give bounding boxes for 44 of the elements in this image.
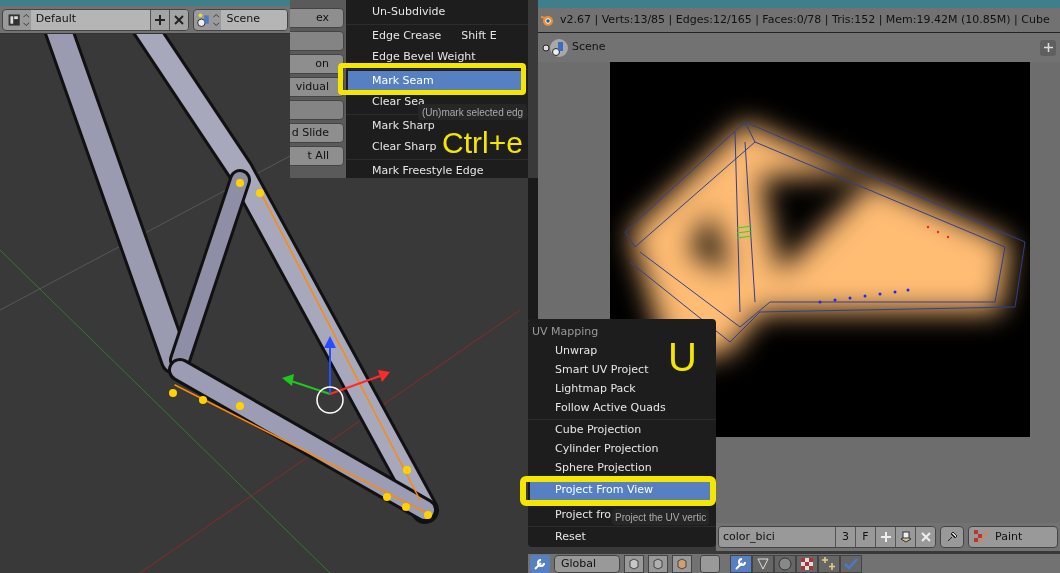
- menu-item[interactable]: Cube Projection: [555, 421, 642, 440]
- tool-button[interactable]: ex: [290, 8, 344, 28]
- orientation-dropdown[interactable]: Global: [554, 554, 620, 573]
- cube-icon[interactable]: [648, 554, 668, 573]
- menu-item[interactable]: Sphere Projection: [555, 459, 652, 478]
- brush-icon: [973, 529, 989, 545]
- scene-statistics: v2.67 | Verts:13/85 | Edges:12/165 | Faces:0/78 | Tris:152 | Mem:19.42M (10.85M) | Cube: [560, 11, 1050, 28]
- tool-button[interactable]: [290, 100, 344, 120]
- shortcut-annotation: U: [668, 337, 697, 377]
- menu-item[interactable]: Lightmap Pack: [555, 380, 636, 399]
- menu-item[interactable]: Clear Sharp: [372, 137, 437, 158]
- cube-icon[interactable]: [672, 554, 692, 573]
- menu-item[interactable]: Unwrap: [555, 342, 598, 361]
- wrench-icon[interactable]: [730, 554, 752, 573]
- menu-title: UV Mapping: [531, 324, 599, 341]
- scene-label[interactable]: Scene: [572, 39, 1036, 56]
- menu-item[interactable]: Follow Active Quads: [555, 399, 666, 418]
- menu-item[interactable]: Edge Bevel Weight: [372, 47, 476, 68]
- cube-icon[interactable]: [624, 554, 644, 573]
- tool-button[interactable]: vidual: [290, 77, 344, 97]
- menu-item[interactable]: Reset: [555, 528, 586, 547]
- wrench-icon[interactable]: [530, 554, 550, 573]
- add-icon[interactable]: [1040, 39, 1056, 56]
- menu-item[interactable]: Cylinder Projection: [555, 440, 659, 459]
- mode-dropdown[interactable]: Paint: [968, 526, 1058, 548]
- menu-item[interactable]: Edge Crease Shift E: [372, 26, 497, 47]
- menu-item[interactable]: Un-Subdivide: [372, 2, 446, 23]
- shortcut-annotation: Ctrl+e: [442, 128, 523, 158]
- tool-button[interactable]: d Slide: [290, 123, 344, 143]
- menu-item[interactable]: Project fro: [555, 506, 611, 525]
- tool-button[interactable]: [290, 31, 344, 51]
- blender-logo-icon: [540, 13, 554, 27]
- checker-texture-icon[interactable]: [796, 554, 818, 573]
- hover-tooltip: Project the UV vertic: [612, 509, 710, 525]
- tool-button[interactable]: t All: [290, 146, 344, 166]
- vertex-icon[interactable]: [752, 554, 774, 573]
- pin-icon[interactable]: [940, 526, 964, 548]
- scene-icon: [542, 36, 568, 59]
- hover-tooltip: (Un)mark selected edg: [418, 104, 528, 120]
- sparkles-icon[interactable]: [818, 554, 840, 573]
- checkmark-icon[interactable]: [840, 554, 862, 573]
- menu-item[interactable]: Mark Freestyle Edge: [372, 161, 484, 178]
- tool-button[interactable]: on: [290, 54, 344, 74]
- menu-item[interactable]: Smart UV Project: [555, 361, 649, 380]
